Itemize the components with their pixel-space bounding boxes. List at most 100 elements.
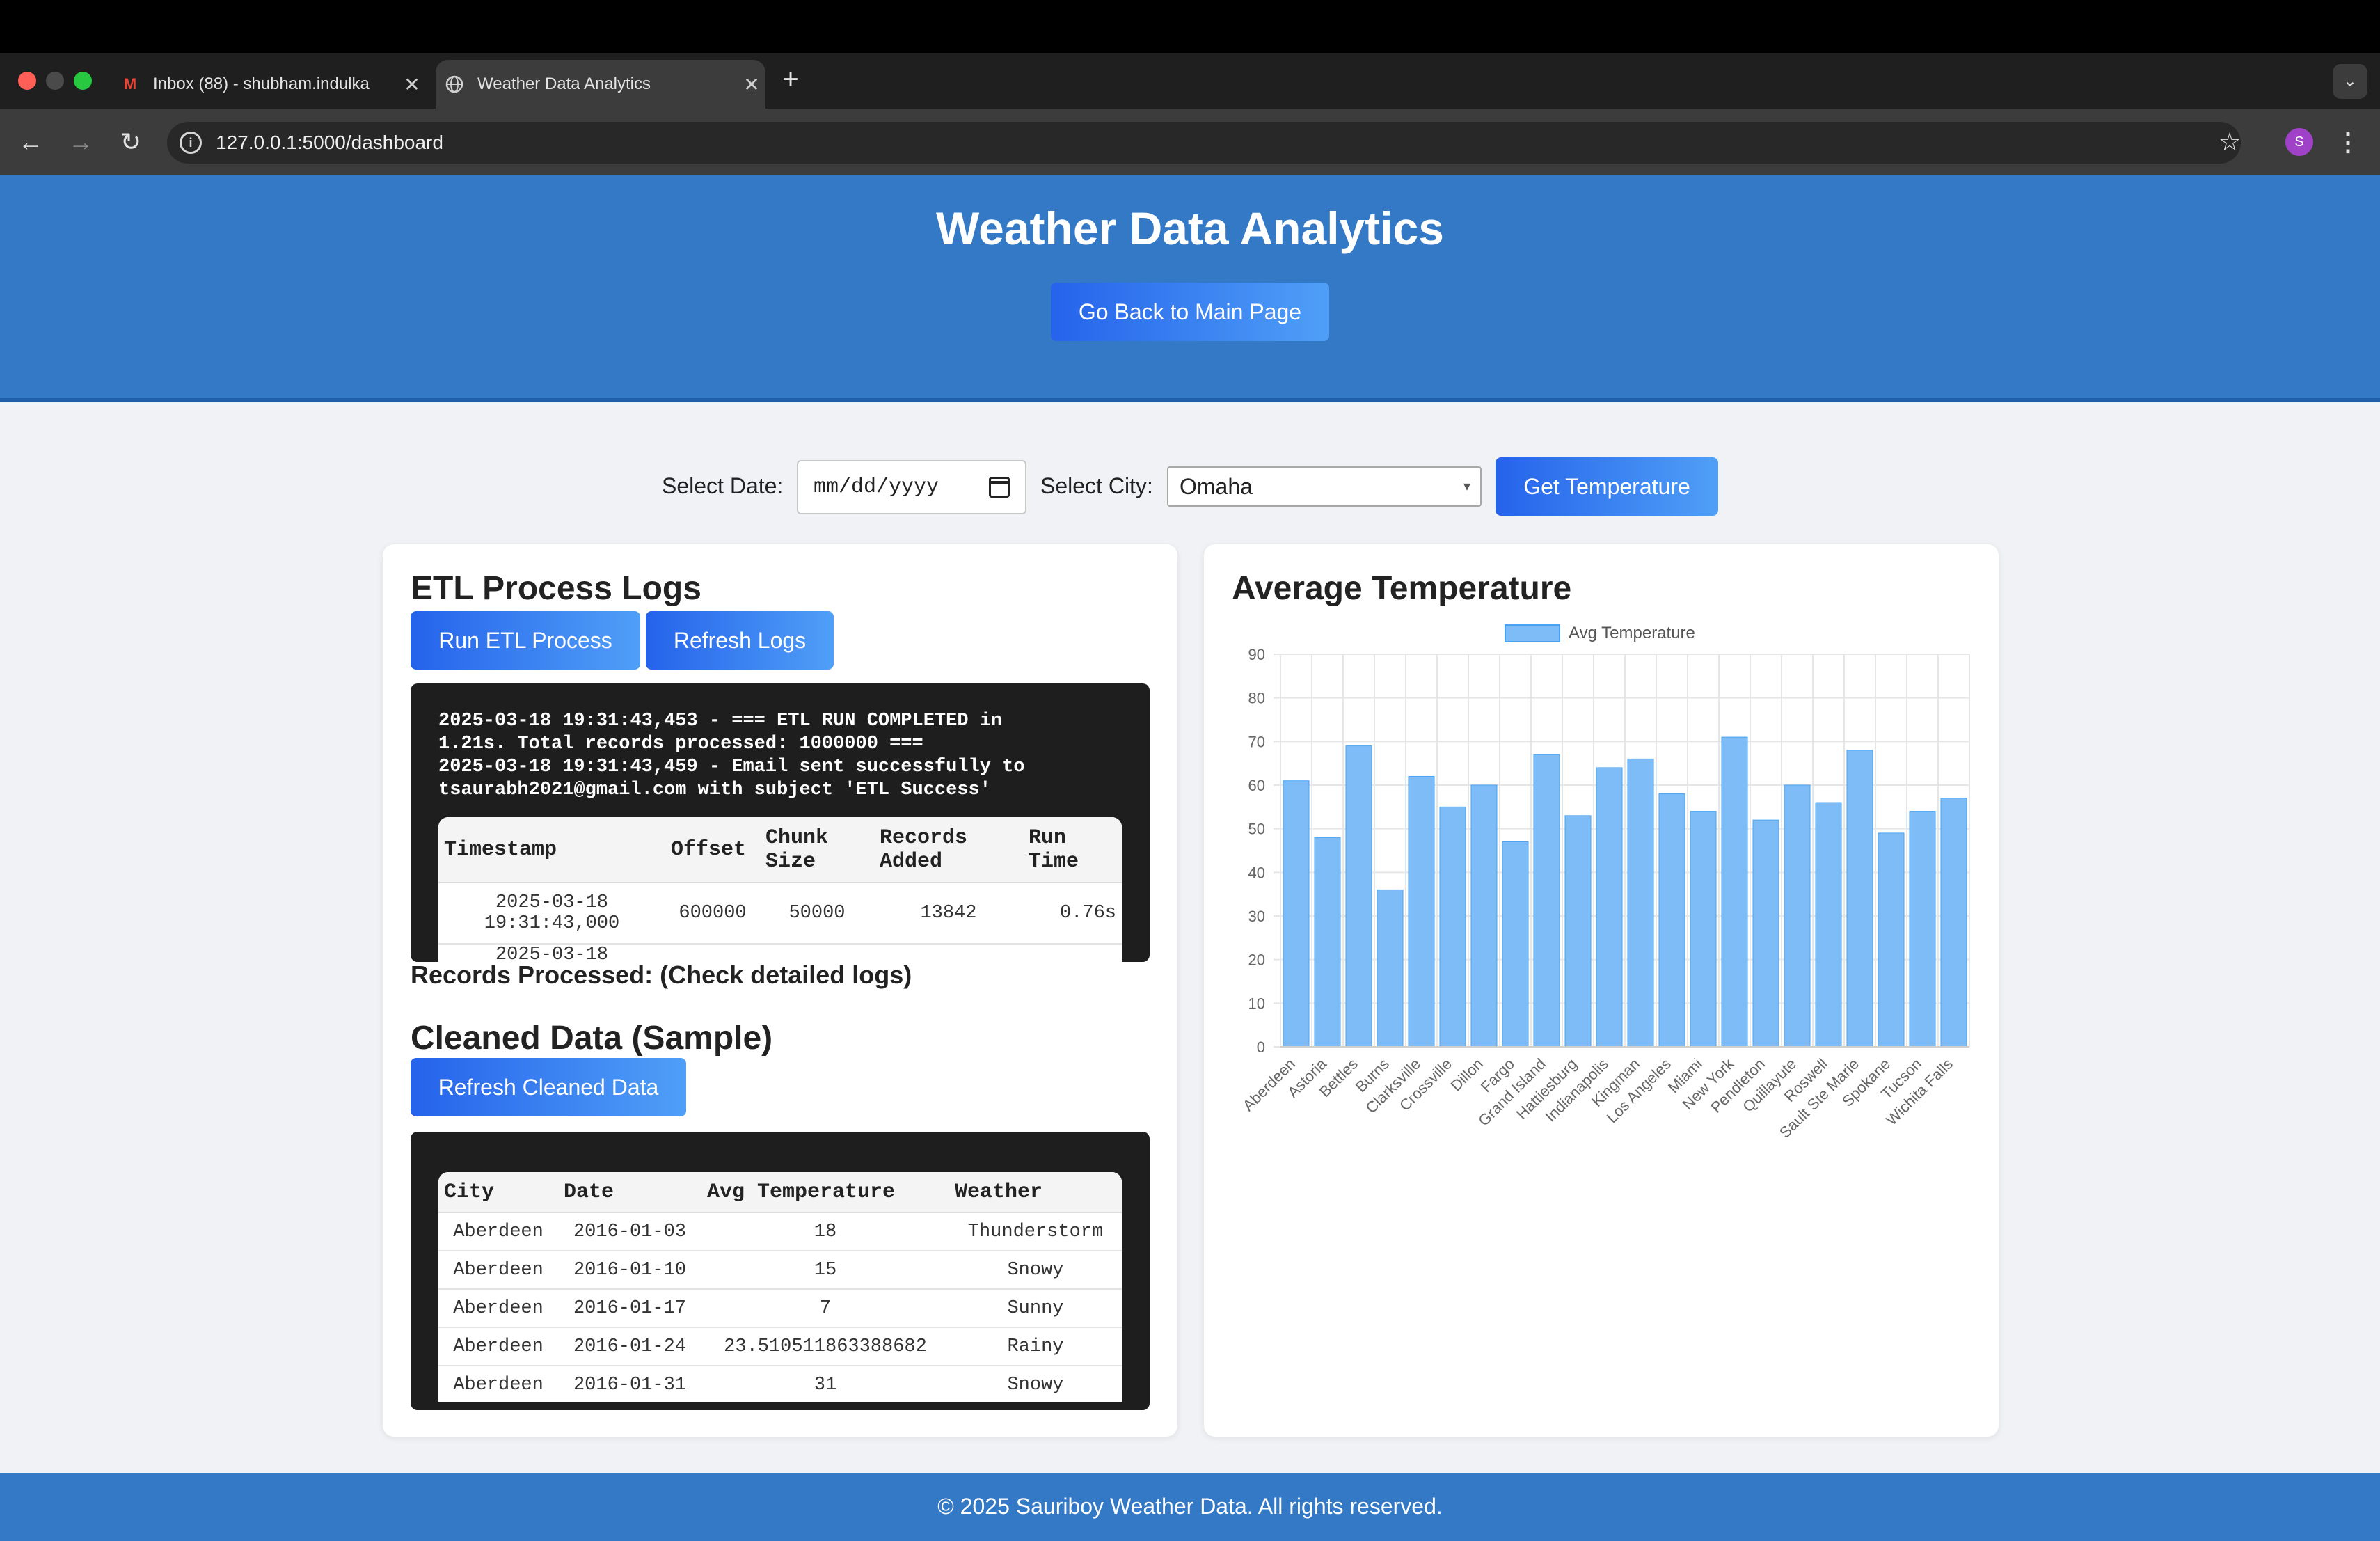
table-row: 2025-03-18 xyxy=(438,944,1122,962)
etl-log-panel[interactable]: 2025-03-18 19:31:43,453 - === ETL RUN CO… xyxy=(411,683,1150,962)
cell-avg-temperature: 18 xyxy=(701,1212,949,1251)
etl-log-table: Timestamp Offset Chunk Size Records Adde… xyxy=(438,817,1122,962)
cell-weather: Snowy xyxy=(949,1251,1122,1290)
cell-records-added: 13842 xyxy=(874,883,1023,945)
y-tick-label: 20 xyxy=(1248,951,1265,969)
date-input[interactable]: mm/dd/yyyy xyxy=(797,460,1026,514)
bar xyxy=(1564,815,1592,1048)
bar xyxy=(1439,806,1466,1048)
back-arrow-icon[interactable]: ← xyxy=(14,125,47,159)
bar xyxy=(1627,758,1654,1048)
tab-weather-data-analytics[interactable]: Weather Data Analytics ✕ xyxy=(436,60,765,109)
y-tick-label: 60 xyxy=(1248,777,1265,794)
cell-timestamp: 2025-03-18 19:31:43,000 xyxy=(438,883,665,945)
cell-city: Aberdeen xyxy=(438,1289,558,1328)
refresh-logs-button[interactable]: Refresh Logs xyxy=(646,611,834,670)
cell-date: 2016-01-03 xyxy=(558,1212,701,1251)
cell-avg-temperature: 31 xyxy=(701,1366,949,1402)
bar xyxy=(1909,811,1936,1048)
close-tab-icon[interactable]: ✕ xyxy=(738,73,765,96)
browser-menu-icon[interactable]: ⋮ xyxy=(2334,125,2362,159)
profile-avatar[interactable]: S xyxy=(2285,128,2313,156)
cell-avg-temperature: 7 xyxy=(701,1289,949,1328)
address-bar[interactable]: i 127.0.0.1:5000/dashboard xyxy=(167,122,2241,164)
get-temperature-button[interactable]: Get Temperature xyxy=(1496,457,1718,516)
cell-chunk-size: 50000 xyxy=(760,883,874,945)
etl-log-text: 2025-03-18 19:31:43,453 - === ETL RUN CO… xyxy=(438,711,1025,800)
site-info-icon[interactable]: i xyxy=(180,132,202,154)
reload-icon[interactable]: ↻ xyxy=(114,125,148,159)
maximize-window-button[interactable] xyxy=(74,72,92,90)
bar xyxy=(1752,819,1779,1048)
run-etl-button[interactable]: Run ETL Process xyxy=(411,611,640,670)
bar xyxy=(1377,889,1404,1048)
page-title: Weather Data Analytics xyxy=(936,203,1444,254)
system-menu-bar xyxy=(0,0,2380,53)
footer-text: © 2025 Sauriboy Weather Data. All rights… xyxy=(937,1494,1443,1519)
new-tab-button[interactable]: + xyxy=(777,64,804,96)
bar xyxy=(1502,841,1529,1048)
etl-card: ETL Process Logs Run ETL Process Refresh… xyxy=(383,544,1177,1437)
bar xyxy=(1345,745,1372,1048)
cell-city: Aberdeen xyxy=(438,1366,558,1402)
cleaned-data-title: Cleaned Data (Sample) xyxy=(411,1020,773,1057)
cell-city: Aberdeen xyxy=(438,1251,558,1290)
minimize-window-button[interactable] xyxy=(46,72,64,90)
bar xyxy=(1408,775,1435,1048)
refresh-cleaned-data-button[interactable]: Refresh Cleaned Data xyxy=(411,1058,686,1116)
cell-offset: 600000 xyxy=(665,883,760,945)
bar xyxy=(1878,832,1905,1048)
select-caret-icon: ▾ xyxy=(1463,479,1470,494)
cell-avg-temperature: 15 xyxy=(701,1251,949,1290)
bar xyxy=(1940,798,1967,1048)
y-tick-label: 40 xyxy=(1248,864,1265,881)
bar xyxy=(1470,784,1498,1048)
y-tick-label: 70 xyxy=(1248,733,1265,750)
bar xyxy=(1784,784,1811,1048)
cell-records-added xyxy=(874,944,1023,962)
table-row: Aberdeen 2016-01-17 7 Sunny xyxy=(438,1289,1122,1328)
col-header-records-added: Records Added xyxy=(874,817,1023,883)
cleaned-data-table: City Date Avg Temperature Weather Aberde… xyxy=(438,1172,1122,1402)
cell-date: 2016-01-10 xyxy=(558,1251,701,1290)
go-back-button[interactable]: Go Back to Main Page xyxy=(1051,283,1329,341)
col-header-weather: Weather xyxy=(949,1172,1122,1213)
y-tick-label: 90 xyxy=(1248,646,1265,663)
cell-run-time xyxy=(1023,944,1122,962)
col-header-timestamp: Timestamp xyxy=(438,817,665,883)
cell-weather: Sunny xyxy=(949,1289,1122,1328)
etl-logs-title: ETL Process Logs xyxy=(411,570,701,607)
cell-timestamp: 2025-03-18 xyxy=(438,944,665,962)
tab-search-button[interactable]: ⌄ xyxy=(2333,64,2367,99)
bookmark-star-icon[interactable]: ☆ xyxy=(2213,125,2246,159)
col-header-chunk-size: Chunk Size xyxy=(760,817,874,883)
bar xyxy=(1815,802,1842,1048)
city-select[interactable]: Omaha ▾ xyxy=(1167,466,1482,507)
table-row: Aberdeen 2016-01-24 23.510511863388682 R… xyxy=(438,1327,1122,1366)
calendar-icon[interactable] xyxy=(989,477,1010,498)
date-label: Select Date: xyxy=(662,473,784,498)
close-tab-icon[interactable]: ✕ xyxy=(398,73,426,96)
cell-offset xyxy=(665,944,760,962)
col-header-offset: Offset xyxy=(665,817,760,883)
forward-arrow-icon[interactable]: → xyxy=(64,125,97,159)
col-header-avg-temperature: Avg Temperature xyxy=(701,1172,949,1213)
cell-date: 2016-01-17 xyxy=(558,1289,701,1328)
tab-inbox[interactable]: M Inbox (88) - shubham.indulka ✕ xyxy=(111,60,426,109)
cell-city: Aberdeen xyxy=(438,1327,558,1366)
cell-chunk-size xyxy=(760,944,874,962)
globe-icon xyxy=(444,74,465,95)
y-tick-label: 0 xyxy=(1257,1038,1265,1056)
cell-city: Aberdeen xyxy=(438,1212,558,1251)
x-tick-label: Dillon xyxy=(1447,1055,1486,1095)
close-window-button[interactable] xyxy=(18,72,36,90)
y-tick-label: 80 xyxy=(1248,690,1265,707)
bar xyxy=(1314,837,1341,1048)
bar xyxy=(1721,736,1748,1048)
average-temperature-chart[interactable]: 0102030405060708090AberdeenAstoriaBettle… xyxy=(1225,640,1976,1169)
bar xyxy=(1596,767,1623,1048)
table-row: Aberdeen 2016-01-31 31 Snowy xyxy=(438,1366,1122,1402)
y-tick-label: 10 xyxy=(1248,995,1265,1012)
tab-title: Inbox (88) - shubham.indulka xyxy=(153,74,370,93)
cleaned-data-panel[interactable]: City Date Avg Temperature Weather Aberde… xyxy=(411,1132,1150,1410)
